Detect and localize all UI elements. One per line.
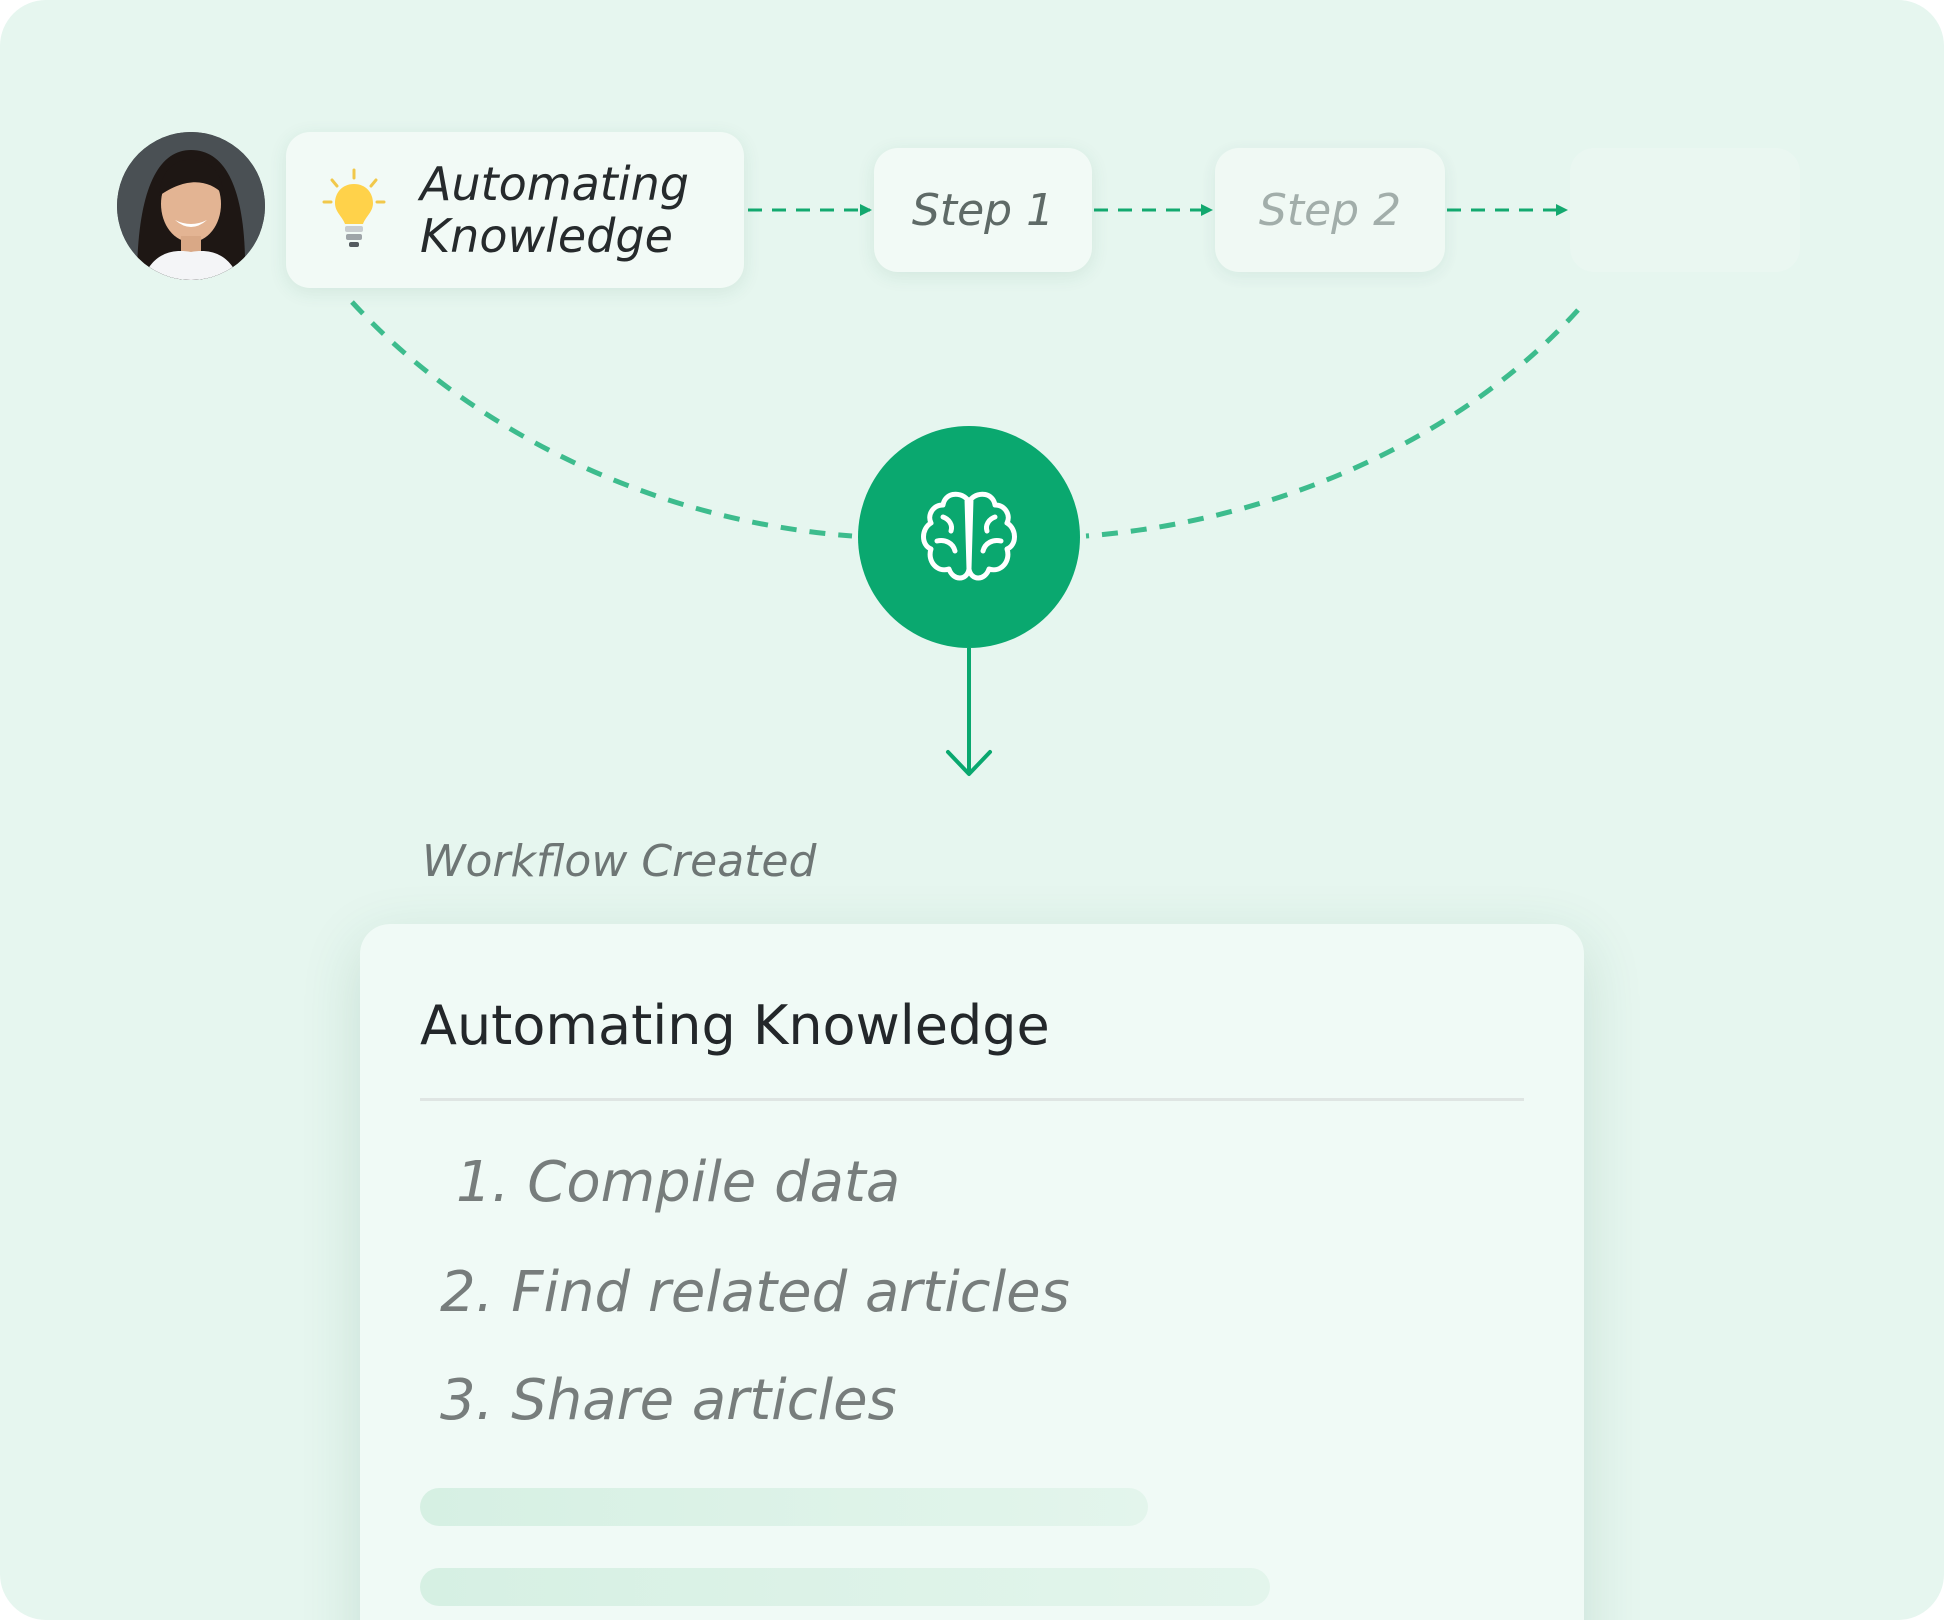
brain-icon — [921, 491, 1017, 581]
step-label: Step 1 — [911, 184, 1055, 236]
diagram-panel: Automating Knowledge Step 1 Step 2 Workf… — [0, 0, 1944, 1620]
curve-right-to-brain — [1085, 308, 1580, 539]
step-node-1: Step 1 — [874, 148, 1092, 272]
step-node-2: Step 2 — [1215, 148, 1445, 272]
step-node-placeholder — [1570, 148, 1800, 272]
curve-left-to-brain — [350, 300, 853, 539]
workflow-caption: Workflow Created — [422, 836, 817, 887]
workflow-step: 3. Share articles — [440, 1368, 897, 1433]
step-label: Step 2 — [1258, 184, 1402, 236]
lightbulb-icon — [322, 168, 386, 247]
idea-node: Automating Knowledge — [286, 132, 744, 288]
placeholder-bar — [420, 1568, 1270, 1606]
placeholder-bar — [420, 1488, 1148, 1526]
user-avatar — [117, 132, 265, 280]
workflow-step: 2. Find related articles — [440, 1260, 1070, 1325]
workflow-step: 1. Compile data — [456, 1150, 901, 1215]
workflow-title: Automating Knowledge — [420, 994, 1050, 1057]
workflow-card: Automating Knowledge 1. Compile data 2. … — [360, 924, 1584, 1620]
idea-title: Automating Knowledge — [420, 157, 689, 263]
divider — [420, 1098, 1524, 1101]
brain-hub — [858, 426, 1080, 648]
